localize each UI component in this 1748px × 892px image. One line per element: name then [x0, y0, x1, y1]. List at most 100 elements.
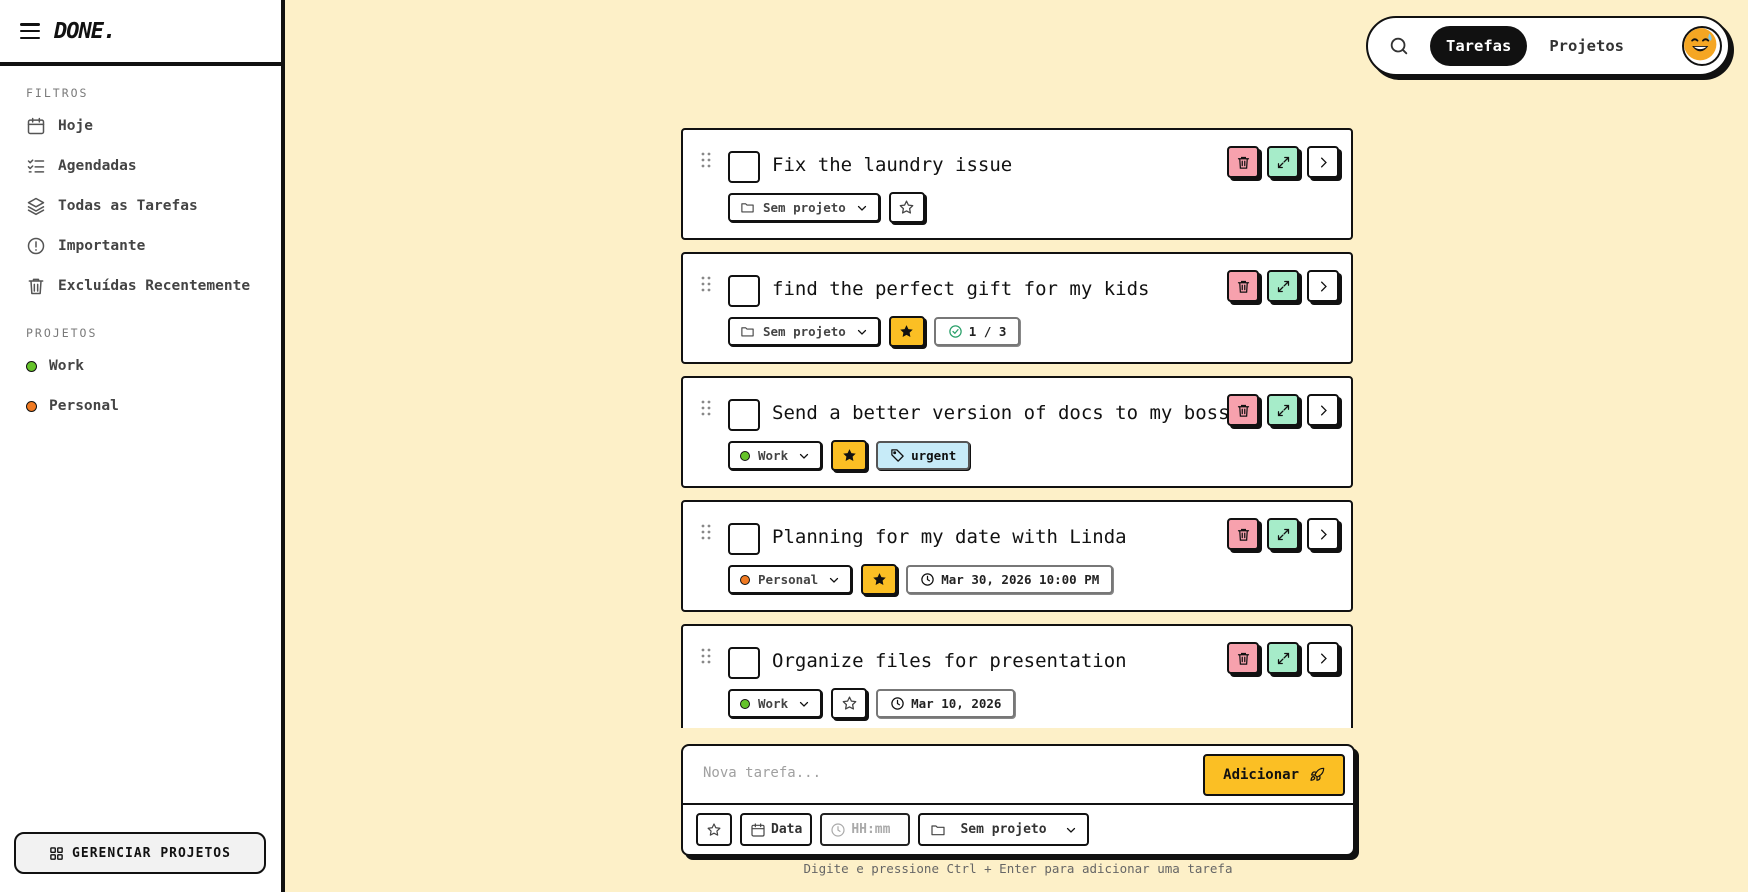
- task-meta: Work Mar 10, 2026: [728, 688, 1016, 719]
- grid-icon: [50, 846, 63, 860]
- task-card[interactable]: find the perfect gift for my kids Sem pr…: [681, 252, 1353, 364]
- chevron-right-icon: [1320, 653, 1327, 663]
- sidebar-item-label: Agendadas: [58, 158, 137, 174]
- delete-button[interactable]: [1227, 146, 1259, 178]
- task-checkbox[interactable]: [728, 275, 760, 307]
- new-task-input[interactable]: [703, 765, 1183, 781]
- tab-projetos[interactable]: Projetos: [1527, 26, 1646, 66]
- sidebar-project-work[interactable]: Work: [0, 346, 281, 386]
- drag-handle-icon[interactable]: [701, 400, 711, 416]
- composer-project-select[interactable]: Sem projeto: [918, 813, 1089, 846]
- sidebar-header: DONE.: [0, 0, 281, 66]
- project-select[interactable]: Sem projeto: [728, 317, 880, 346]
- task-checkbox[interactable]: [728, 647, 760, 679]
- open-button[interactable]: [1307, 394, 1339, 426]
- tag-label: urgent: [911, 448, 957, 463]
- star-outline-icon: [842, 696, 856, 710]
- task-card[interactable]: Organize files for presentation Work Mar…: [681, 624, 1353, 728]
- search-icon[interactable]: [1388, 35, 1410, 57]
- expand-button[interactable]: [1267, 642, 1299, 674]
- task-meta: Sem projeto: [728, 192, 925, 223]
- task-checkbox[interactable]: [728, 151, 760, 183]
- add-task-button[interactable]: Adicionar: [1203, 754, 1345, 796]
- project-select[interactable]: Work: [728, 441, 823, 470]
- expand-button[interactable]: [1267, 270, 1299, 302]
- open-button[interactable]: [1307, 642, 1339, 674]
- task-card[interactable]: Fix the laundry issue Sem projeto: [681, 128, 1353, 240]
- delete-button[interactable]: [1227, 394, 1259, 426]
- project-color-dot: [26, 400, 37, 412]
- due-date-badge[interactable]: Mar 30, 2026 10:00 PM: [906, 565, 1114, 594]
- app-logo[interactable]: DONE.: [54, 19, 116, 44]
- open-button[interactable]: [1307, 518, 1339, 550]
- delete-button[interactable]: [1227, 642, 1259, 674]
- project-select[interactable]: Work: [728, 689, 823, 718]
- due-date-badge[interactable]: Mar 10, 2026: [876, 689, 1016, 718]
- task-checkbox[interactable]: [728, 399, 760, 431]
- star-toggle[interactable]: [888, 316, 925, 347]
- project-select-label: Work: [758, 696, 789, 711]
- avatar[interactable]: [1682, 26, 1722, 66]
- trash-icon: [1237, 404, 1249, 417]
- composer-time-input[interactable]: HH:mm: [820, 813, 911, 846]
- sidebar-item-label: Hoje: [58, 118, 93, 134]
- emoji-avatar-icon: [1684, 28, 1717, 61]
- sidebar-item-importante[interactable]: Importante: [0, 226, 281, 266]
- calendar-icon: [751, 822, 765, 837]
- check-circle-icon: [949, 325, 962, 338]
- task-card[interactable]: Send a better version of docs to my boss…: [681, 376, 1353, 488]
- task-list: Fix the laundry issue Sem projeto find t…: [681, 128, 1354, 728]
- sidebar-item-label: Importante: [58, 238, 146, 254]
- chevron-right-icon: [1320, 157, 1327, 167]
- due-date-text: Mar 10, 2026: [911, 696, 1002, 711]
- task-title[interactable]: find the perfect gift for my kids: [772, 278, 1150, 300]
- star-toggle[interactable]: [831, 688, 868, 719]
- expand-button[interactable]: [1267, 518, 1299, 550]
- expand-button[interactable]: [1267, 394, 1299, 426]
- due-date-text: Mar 30, 2026 10:00 PM: [941, 572, 1100, 587]
- composer-star-toggle[interactable]: [696, 813, 732, 846]
- trash-icon: [1237, 280, 1249, 293]
- tab-tarefas[interactable]: Tarefas: [1430, 26, 1528, 66]
- clock-icon: [831, 822, 845, 837]
- manage-projects-label: GERENCIAR PROJETOS: [72, 845, 231, 861]
- star-toggle[interactable]: [888, 192, 925, 223]
- drag-handle-icon[interactable]: [701, 524, 711, 540]
- project-select[interactable]: Personal: [728, 565, 853, 594]
- expand-icon: [1277, 156, 1289, 168]
- task-title[interactable]: Organize files for presentation: [772, 650, 1127, 672]
- open-button[interactable]: [1307, 270, 1339, 302]
- expand-icon: [1277, 652, 1289, 664]
- menu-icon[interactable]: [20, 23, 40, 39]
- sidebar-item-agendadas[interactable]: Agendadas: [0, 146, 281, 186]
- task-title[interactable]: Send a better version of docs to my boss: [772, 402, 1230, 424]
- drag-handle-icon[interactable]: [701, 276, 711, 292]
- composer-date-button[interactable]: Data: [740, 813, 813, 846]
- drag-handle-icon[interactable]: [701, 152, 711, 168]
- expand-icon: [1277, 404, 1289, 416]
- folder-icon: [741, 327, 754, 337]
- project-select[interactable]: Sem projeto: [728, 193, 880, 222]
- task-meta: Work urgent: [728, 440, 971, 471]
- star-toggle[interactable]: [861, 564, 898, 595]
- sidebar-item-hoje[interactable]: Hoje: [0, 106, 281, 146]
- open-button[interactable]: [1307, 146, 1339, 178]
- task-card[interactable]: Planning for my date with Linda Personal…: [681, 500, 1353, 612]
- delete-button[interactable]: [1227, 518, 1259, 550]
- manage-projects-button[interactable]: GERENCIAR PROJETOS: [14, 832, 266, 874]
- task-checkbox[interactable]: [728, 523, 760, 555]
- task-actions: [1227, 518, 1339, 550]
- delete-button[interactable]: [1227, 270, 1259, 302]
- task-title[interactable]: Fix the laundry issue: [772, 154, 1012, 176]
- star-toggle[interactable]: [831, 440, 868, 471]
- add-task-label: Adicionar: [1223, 767, 1299, 783]
- expand-button[interactable]: [1267, 146, 1299, 178]
- sidebar-item-excluidas[interactable]: Excluídas Recentemente: [0, 266, 281, 306]
- clock-icon: [921, 573, 934, 586]
- sidebar-project-personal[interactable]: Personal: [0, 386, 281, 426]
- sidebar-item-todas[interactable]: Todas as Tarefas: [0, 186, 281, 226]
- project-select-label: Work: [758, 448, 789, 463]
- drag-handle-icon[interactable]: [701, 648, 711, 664]
- task-title[interactable]: Planning for my date with Linda: [772, 526, 1127, 548]
- expand-icon: [1277, 280, 1289, 292]
